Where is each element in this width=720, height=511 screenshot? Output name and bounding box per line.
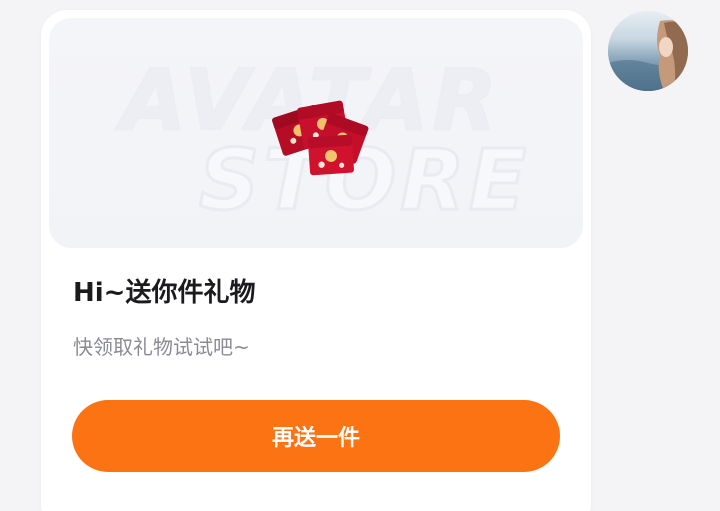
user-avatar-icon [608,11,688,91]
user-avatar[interactable] [608,11,688,91]
gift-card-title: Hi~送你件礼物 [73,278,256,308]
send-another-gift-button[interactable]: 再送一件 [72,400,560,472]
gift-banner: AVATAR STORE [49,18,583,248]
gift-card-subtitle: 快领取礼物试试吧~ [73,335,250,359]
red-envelopes-icon [272,100,369,176]
gift-message-card[interactable]: AVATAR STORE Hi~送你件礼物 快领取礼物试试吧~ 再送一件 [41,10,591,511]
chat-screen: AVATAR STORE Hi~送你件礼物 快领取礼物试试吧~ 再送一件 [0,0,720,511]
